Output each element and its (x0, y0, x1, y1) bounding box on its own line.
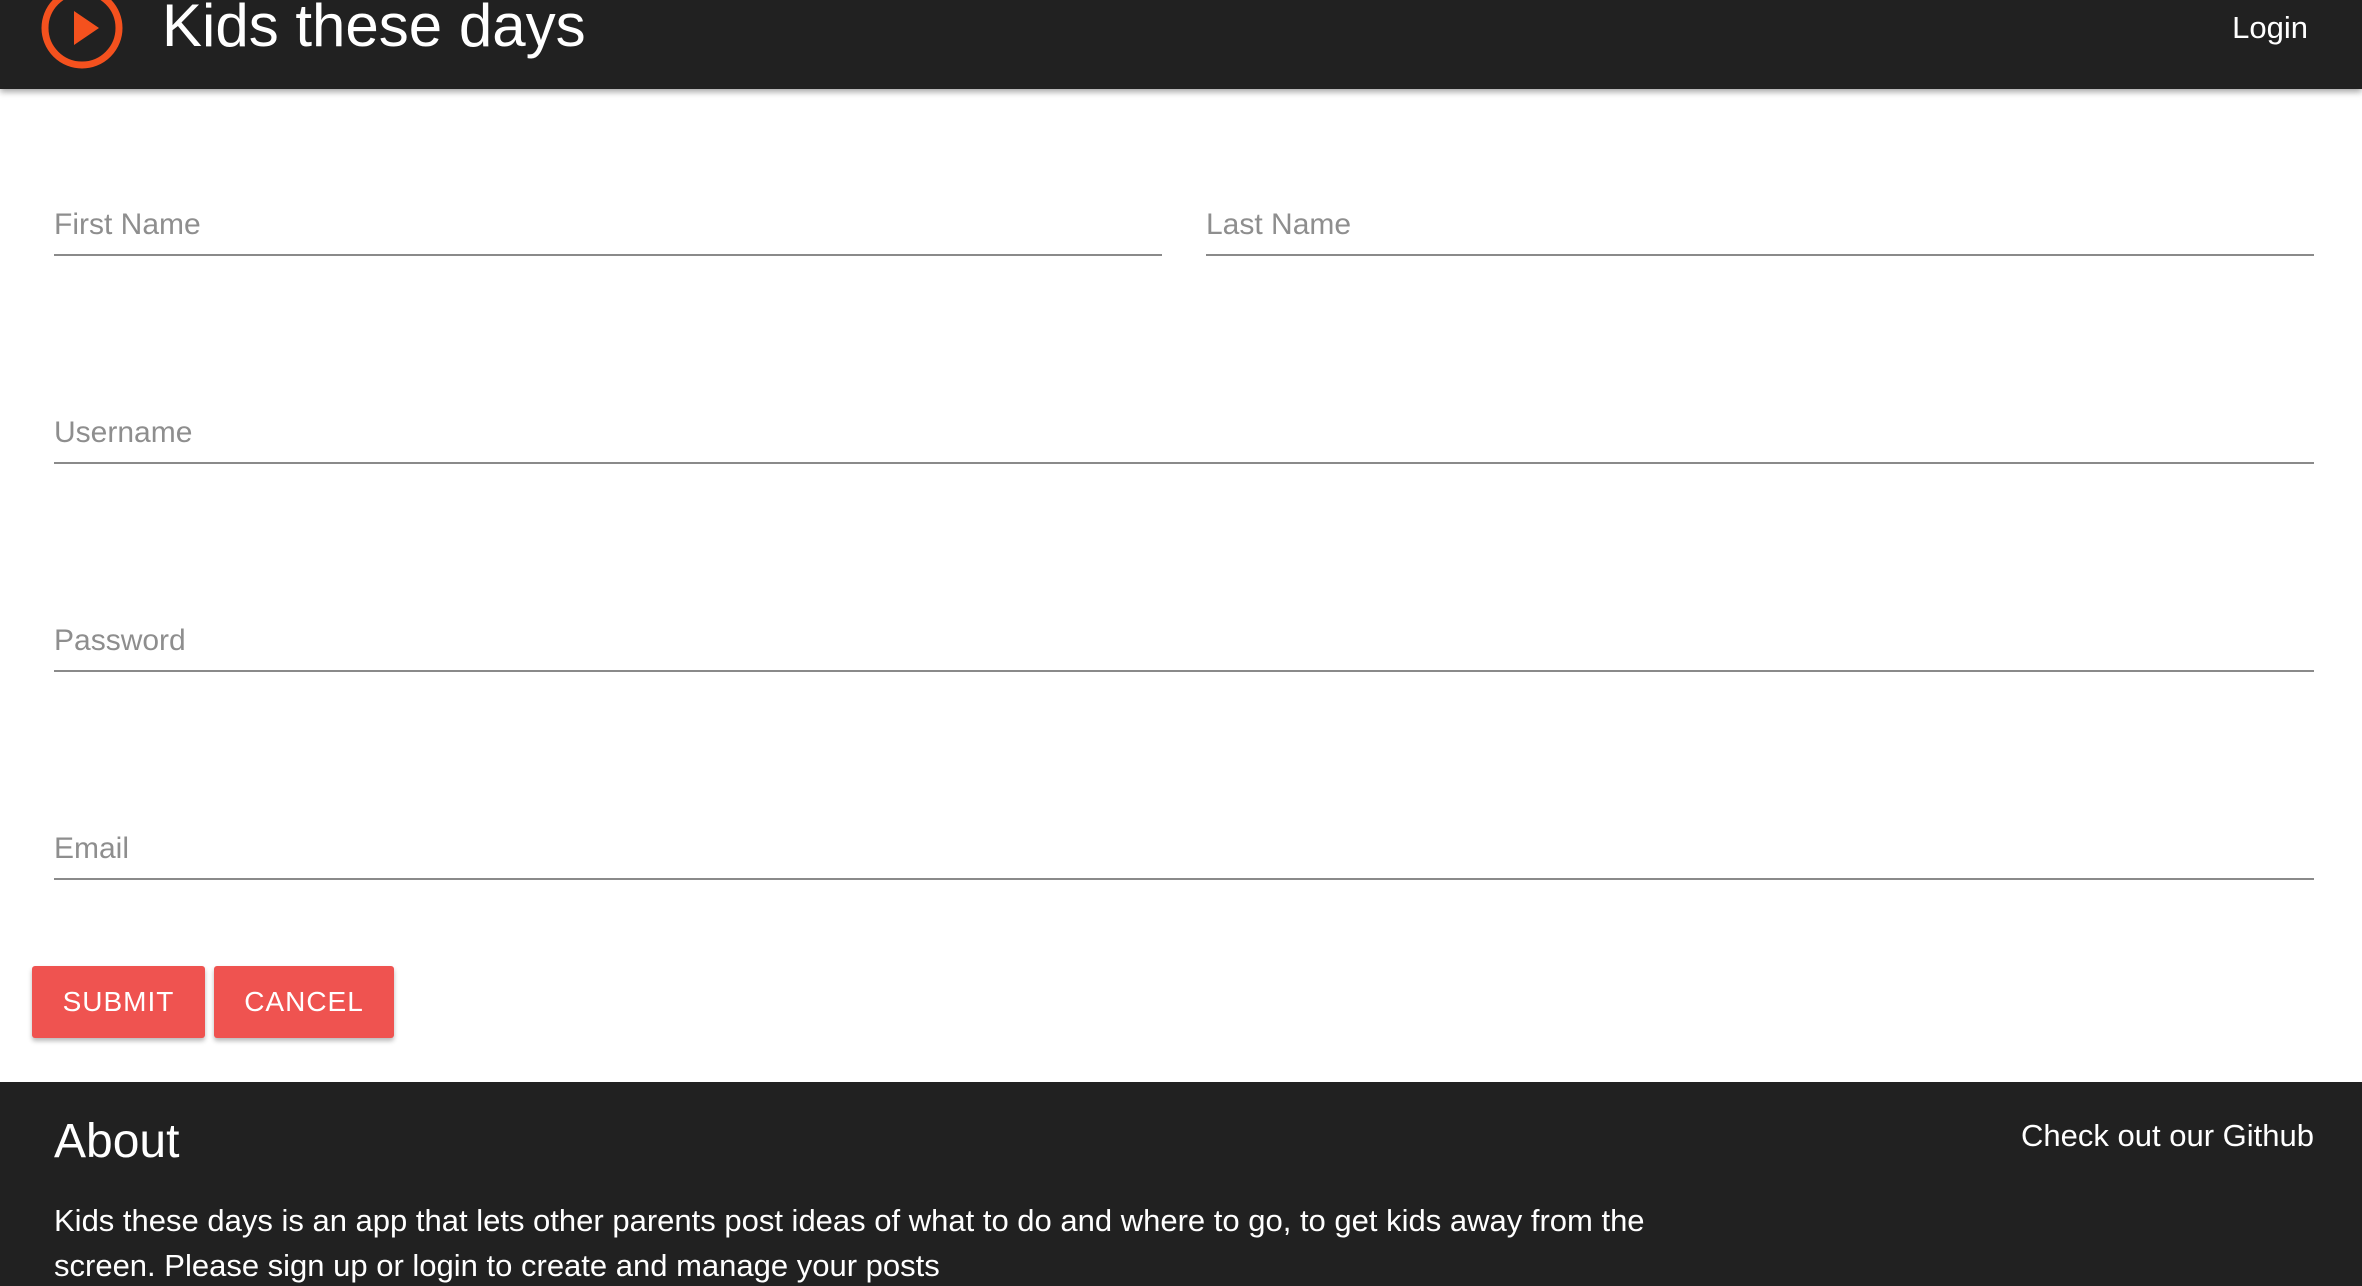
top-navbar: Kids these days Login (0, 0, 2362, 89)
first-name-input[interactable] (54, 196, 1162, 256)
password-input[interactable] (54, 612, 2314, 672)
password-field (54, 582, 2314, 672)
username-input[interactable] (54, 404, 2314, 464)
about-heading: About (54, 1115, 180, 1168)
email-field (54, 790, 2314, 880)
github-link[interactable]: Check out our Github (2021, 1116, 2314, 1156)
brand-title[interactable]: Kids these days (162, 0, 586, 66)
last-name-input[interactable] (1206, 196, 2314, 256)
first-name-field (54, 166, 1162, 256)
signup-page: Kids these days Login SUBMIT CANCEL Abou… (0, 0, 2362, 1286)
page-footer: About Kids these days is an app that let… (0, 1082, 2362, 1286)
email-input[interactable] (54, 820, 2314, 880)
submit-button[interactable]: SUBMIT (32, 966, 205, 1038)
last-name-field (1206, 166, 2314, 256)
cancel-button[interactable]: CANCEL (214, 966, 394, 1038)
about-description: Kids these days is an app that lets othe… (54, 1203, 1645, 1283)
login-link[interactable]: Login (2232, 8, 2308, 48)
username-field (54, 374, 2314, 464)
play-circle-icon[interactable] (37, 0, 127, 73)
